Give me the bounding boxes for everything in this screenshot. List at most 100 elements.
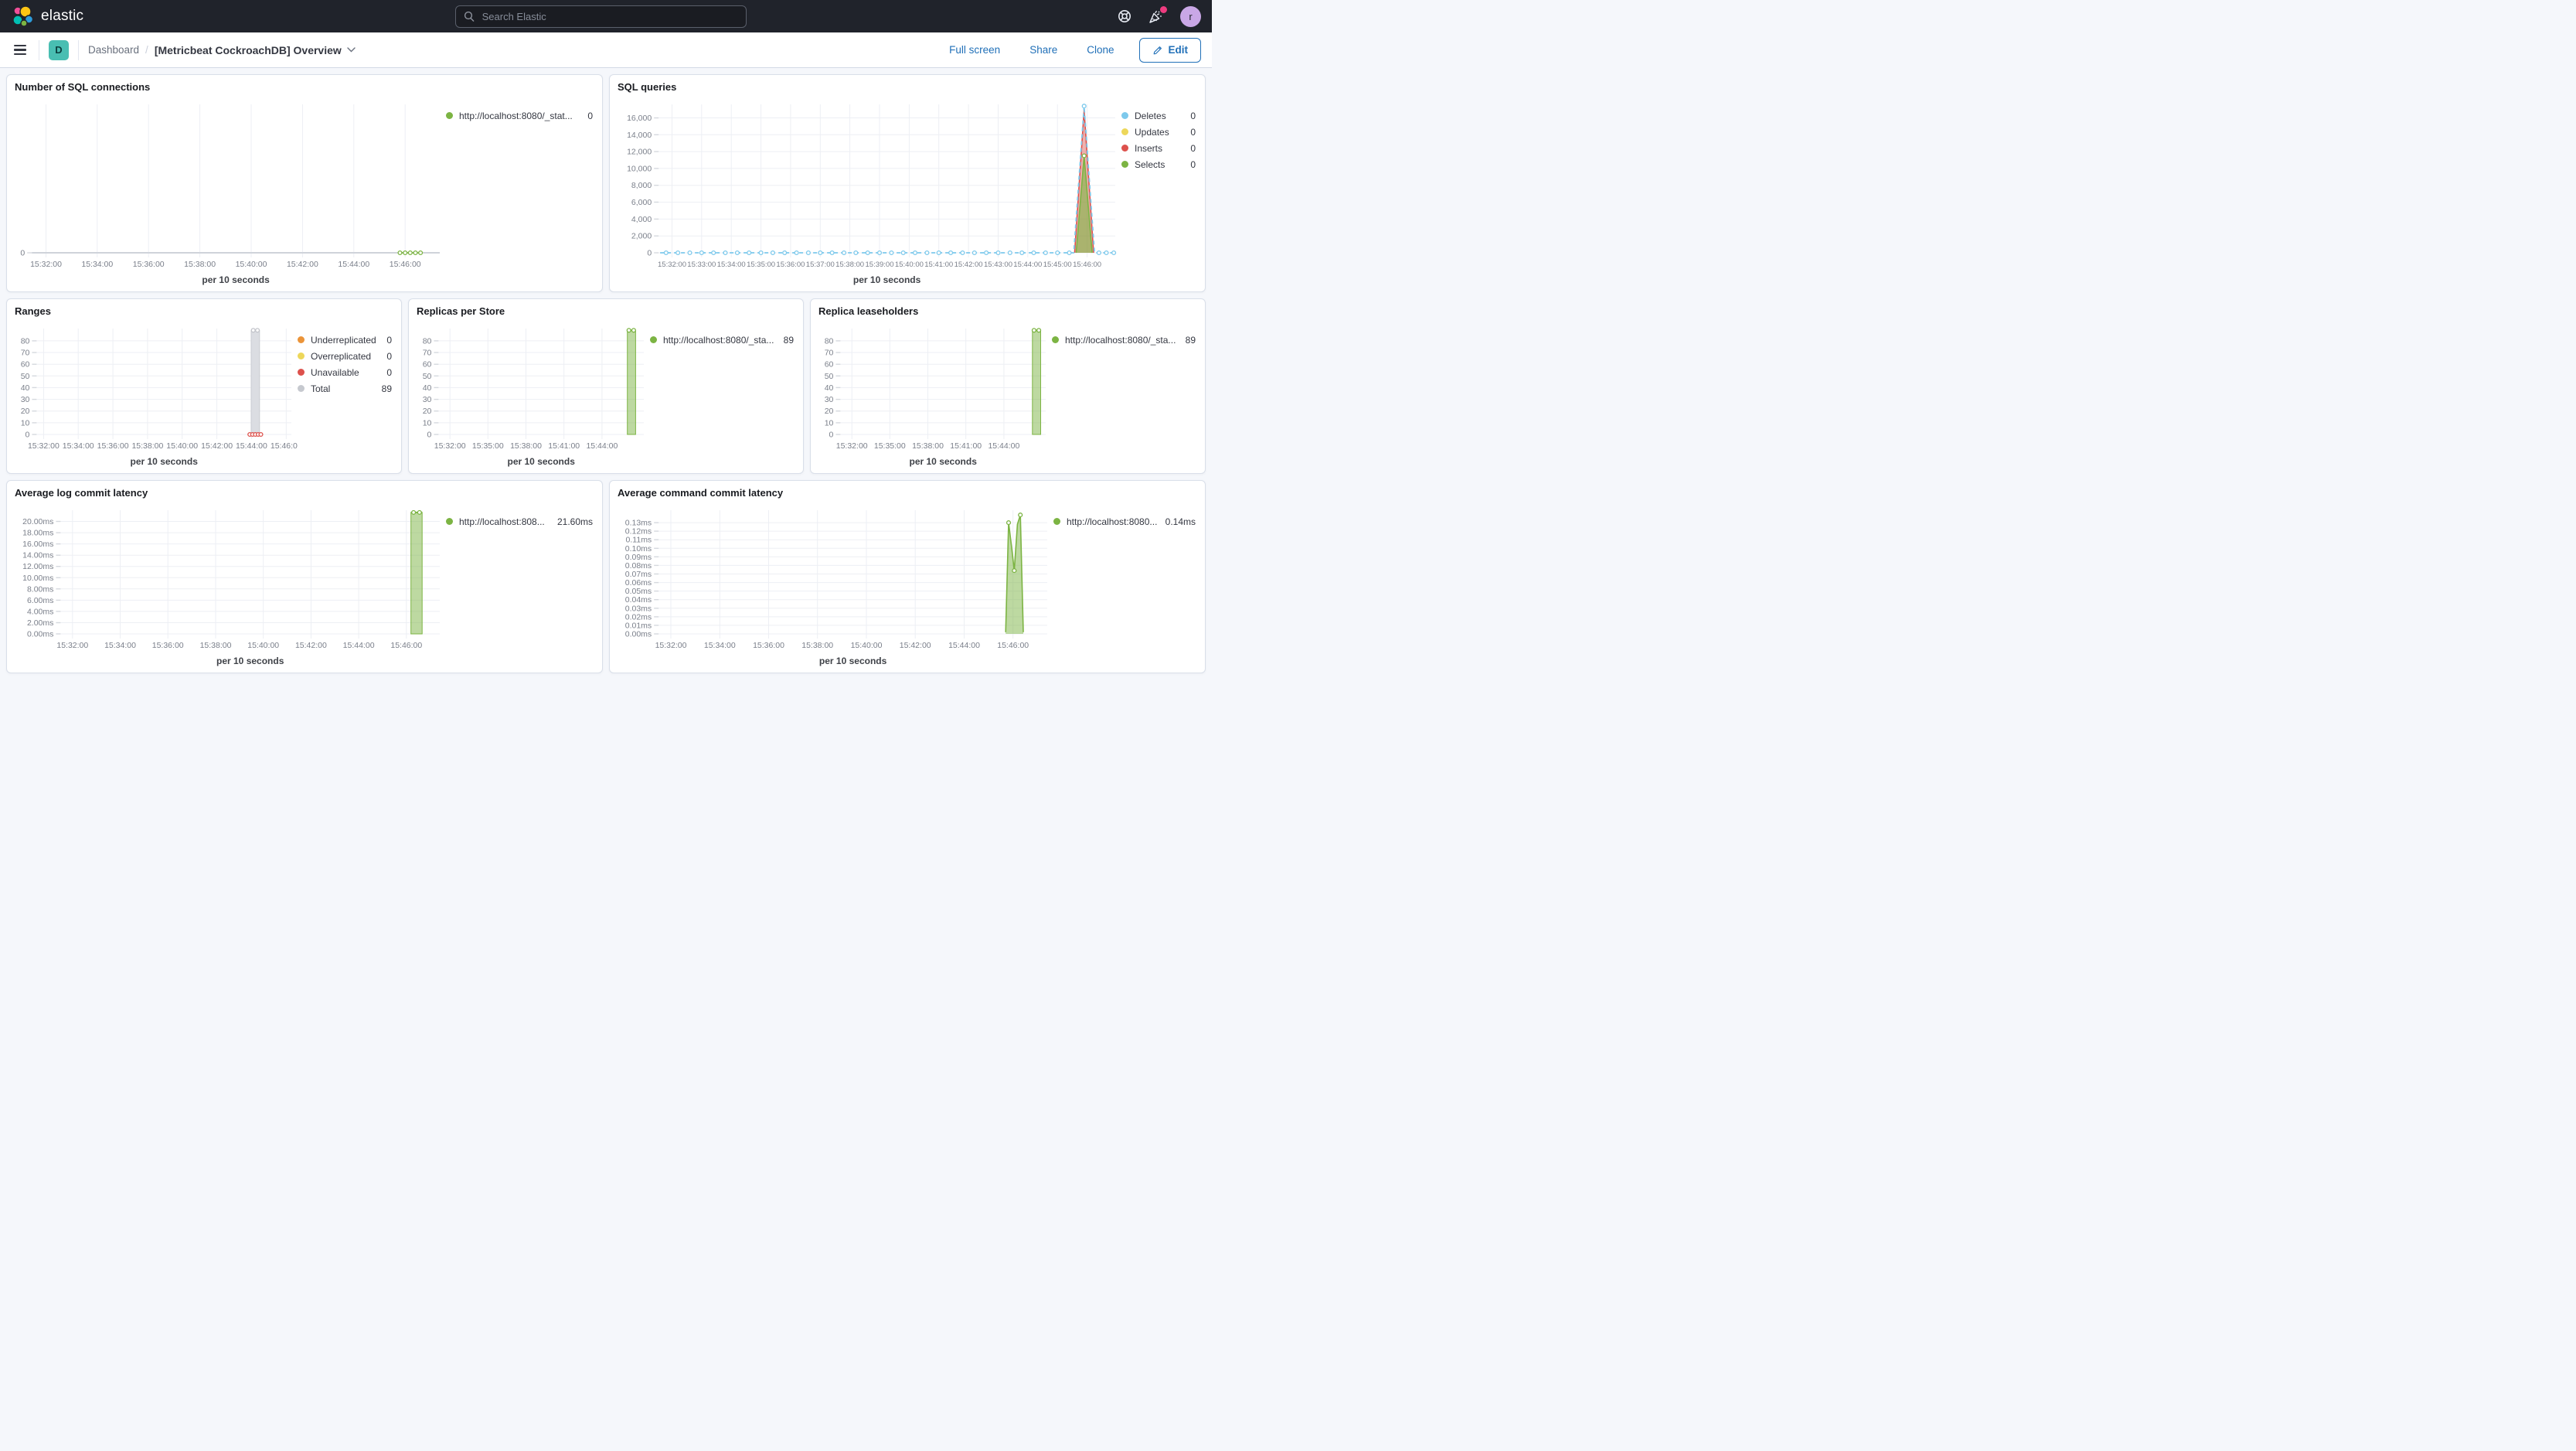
legend-item[interactable]: http://localhost:8080/_sta... 89 [1052, 332, 1196, 348]
svg-text:0.05ms: 0.05ms [625, 587, 652, 596]
chart-legend: http://localhost:8080/_stat... 0 [446, 107, 594, 288]
panel-sql-connections: Number of SQL connections 15:32:00 15:34:… [6, 74, 603, 292]
legend-value: 0 [587, 110, 593, 121]
svg-text:50: 50 [423, 372, 432, 381]
legend-value: 0 [1190, 110, 1196, 121]
chevron-down-icon [347, 47, 356, 53]
hamburger-menu-icon[interactable] [11, 42, 29, 59]
svg-text:0.00ms: 0.00ms [27, 630, 53, 639]
top-header: elastic Search Elastic r [0, 0, 1212, 32]
legend-item[interactable]: Selects 0 [1121, 156, 1196, 172]
svg-text:80: 80 [825, 336, 834, 346]
svg-text:15:34:00: 15:34:00 [104, 641, 136, 650]
help-button[interactable] [1118, 9, 1131, 23]
panel-title: Average command commit latency [618, 487, 784, 499]
svg-text:70: 70 [21, 349, 30, 358]
svg-text:15:41:00: 15:41:00 [950, 441, 982, 451]
share-button[interactable]: Share [1025, 43, 1062, 56]
svg-text:15:44:00: 15:44:00 [338, 260, 369, 269]
legend-value: 89 [381, 383, 392, 394]
dashboard-badge[interactable]: D [49, 39, 69, 60]
breadcrumb-separator: / [145, 44, 148, 56]
legend-item[interactable]: Overreplicated 0 [298, 348, 392, 364]
breadcrumb-dashboard-link[interactable]: Dashboard [88, 44, 139, 56]
svg-text:10: 10 [825, 418, 834, 427]
svg-text:20: 20 [21, 407, 30, 416]
legend-swatch-icon [1121, 112, 1128, 119]
legend-item[interactable]: http://localhost:8080/_sta... 89 [650, 332, 794, 348]
svg-text:15:42:00: 15:42:00 [201, 441, 233, 451]
svg-text:60: 60 [825, 360, 834, 370]
full-screen-button[interactable]: Full screen [944, 43, 1005, 56]
svg-text:40: 40 [825, 383, 834, 393]
svg-text:15:32:00: 15:32:00 [658, 261, 686, 269]
legend-swatch-icon [1121, 128, 1128, 135]
panel-title: SQL queries [618, 81, 677, 93]
svg-text:15:38:00: 15:38:00 [184, 260, 216, 269]
svg-text:0.07ms: 0.07ms [625, 570, 652, 579]
svg-text:15:32:00: 15:32:00 [655, 641, 687, 650]
search-input[interactable] [480, 9, 738, 23]
svg-text:per 10 seconds: per 10 seconds [202, 274, 270, 285]
svg-text:15:44:00: 15:44:00 [988, 441, 1019, 451]
svg-text:15:38:00: 15:38:00 [510, 441, 542, 451]
svg-text:15:34:00: 15:34:00 [63, 441, 94, 451]
svg-text:per 10 seconds: per 10 seconds [819, 656, 887, 666]
legend-item[interactable]: Total 89 [298, 380, 392, 397]
svg-text:20.00ms: 20.00ms [22, 517, 53, 526]
svg-text:15:40:00: 15:40:00 [236, 260, 267, 269]
svg-text:15:46:00: 15:46:00 [1073, 261, 1101, 269]
sql-queries-chart[interactable]: 15:32:00 15:33:00 15:34:00 15:35:00 15:36:00… [618, 95, 1121, 288]
svg-text:16,000: 16,000 [627, 114, 652, 123]
svg-text:30: 30 [825, 395, 834, 404]
legend-item[interactable]: http://localhost:8080... 0.14ms [1053, 513, 1196, 530]
legend-item[interactable]: Deletes 0 [1121, 107, 1196, 124]
avg-log-commit-latency-chart[interactable]: 15:32:00 15:34:00 15:36:00 15:38:00 15:40:00… [15, 501, 446, 669]
svg-text:15:35:00: 15:35:00 [747, 261, 775, 269]
elastic-logo[interactable]: elastic [11, 5, 83, 28]
svg-text:15:34:00: 15:34:00 [81, 260, 113, 269]
legend-item[interactable]: http://localhost:8080/_stat... 0 [446, 107, 593, 124]
svg-text:0.03ms: 0.03ms [625, 604, 652, 613]
legend-swatch-icon [446, 112, 453, 119]
svg-text:0.02ms: 0.02ms [625, 612, 652, 622]
dashboard-grid: Number of SQL connections 15:32:00 15:34:… [0, 68, 1212, 680]
avg-command-commit-latency-chart[interactable]: 15:32:00 15:34:00 15:36:00 15:38:00 15:40:00… [618, 501, 1053, 669]
global-search[interactable] [454, 5, 747, 28]
legend-item[interactable]: Inserts 0 [1121, 140, 1196, 156]
chart-legend: http://localhost:808... 21.60ms [446, 513, 594, 669]
chart-legend: http://localhost:8080/_sta... 89 [1052, 332, 1197, 470]
panel-ranges: Ranges 15:32:00 15:34:00 15:36:00 15:38:00 1… [6, 298, 402, 474]
svg-text:30: 30 [21, 395, 30, 404]
legend-label: Unavailable [311, 366, 359, 378]
svg-text:15:46:00: 15:46:00 [997, 641, 1029, 650]
replicas-per-store-chart[interactable]: 15:32:00 15:35:00 15:38:00 15:41:00 15:44:00… [417, 319, 650, 470]
svg-text:60: 60 [21, 360, 30, 370]
legend-label: http://localhost:8080/_sta... [663, 334, 774, 346]
svg-text:15:44:00: 15:44:00 [948, 641, 980, 650]
newsfeed-button[interactable] [1148, 5, 1167, 24]
svg-text:40: 40 [21, 383, 30, 393]
ranges-chart[interactable]: 15:32:00 15:34:00 15:36:00 15:38:00 15:40:00… [15, 319, 298, 470]
replica-leaseholders-chart[interactable]: 15:32:00 15:35:00 15:38:00 15:41:00 15:44:00… [818, 319, 1052, 470]
legend-item[interactable]: Updates 0 [1121, 124, 1196, 140]
legend-label: http://localhost:8080... [1067, 516, 1158, 527]
svg-text:15:32:00: 15:32:00 [28, 441, 60, 451]
legend-value: 21.60ms [556, 516, 593, 527]
legend-item[interactable]: Underreplicated 0 [298, 332, 392, 348]
svg-text:10,000: 10,000 [627, 164, 652, 173]
sql-connections-chart[interactable]: 15:32:00 15:34:00 15:36:00 15:38:00 15:40:00… [15, 95, 446, 288]
svg-text:per 10 seconds: per 10 seconds [910, 456, 978, 467]
chart-legend: Underreplicated 0 Overreplicated 0 Unavailab… [298, 332, 393, 470]
svg-text:15:36:00: 15:36:00 [133, 260, 165, 269]
user-avatar[interactable]: r [1179, 5, 1201, 27]
svg-text:15:40:00: 15:40:00 [166, 441, 198, 451]
legend-item[interactable]: http://localhost:808... 21.60ms [446, 513, 593, 530]
svg-text:15:43:00: 15:43:00 [984, 261, 1012, 269]
clone-button[interactable]: Clone [1082, 43, 1118, 56]
edit-button[interactable]: Edit [1138, 37, 1201, 63]
legend-swatch-icon [298, 369, 305, 376]
legend-item[interactable]: Unavailable 0 [298, 364, 392, 380]
svg-text:15:40:00: 15:40:00 [851, 641, 883, 650]
dashboard-title-menu[interactable]: [Metricbeat CockroachDB] Overview [155, 44, 356, 56]
